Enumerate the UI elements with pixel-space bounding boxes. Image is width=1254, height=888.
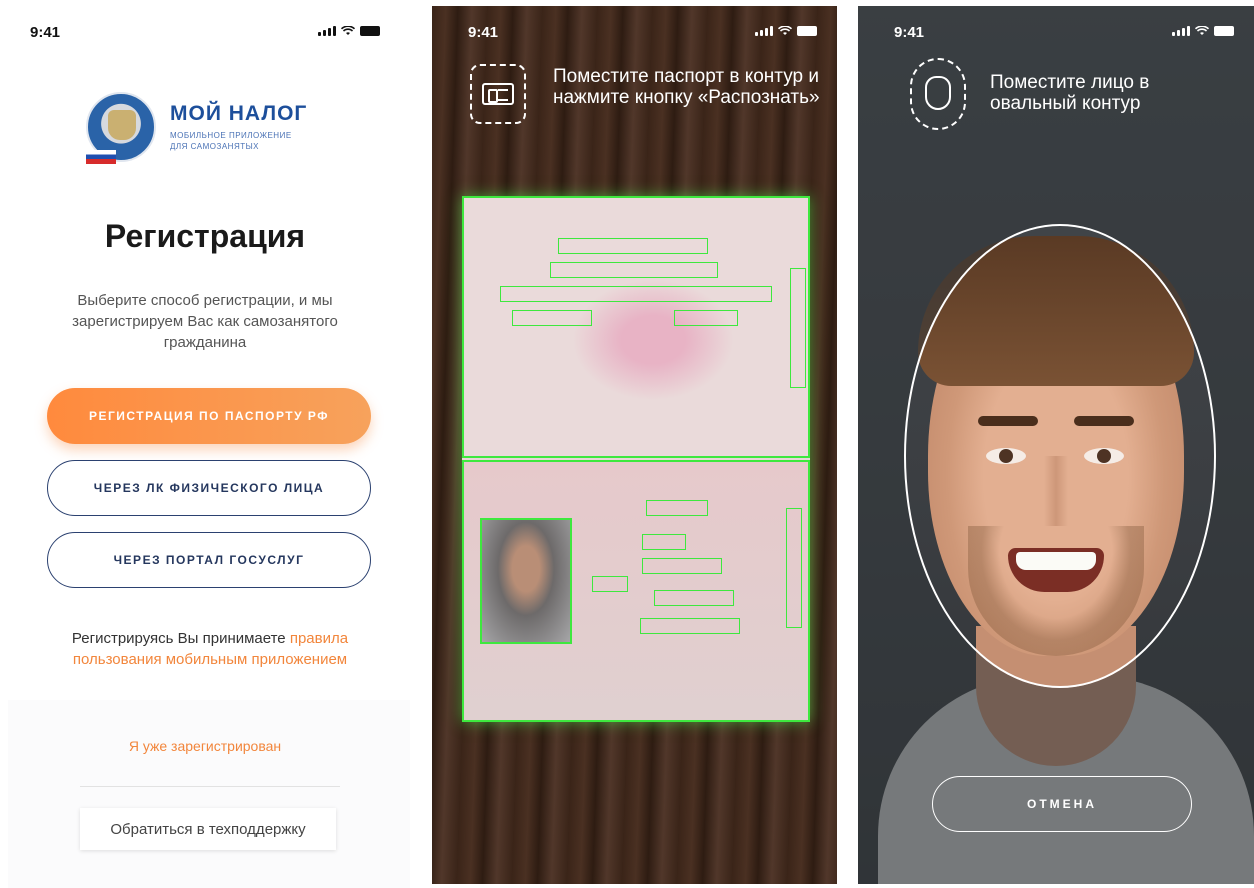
field-box (642, 558, 722, 574)
register-by-passport-button[interactable]: РЕГИСТРАЦИЯ ПО ПАСПОРТУ РФ (47, 388, 371, 444)
face-icon (910, 58, 966, 130)
face-scan-screen: 9:41 Поместите лицо в овальный контур ОТ… (858, 6, 1254, 884)
face-instruction: Поместите лицо в овальный контур (990, 72, 1150, 114)
contact-support-button[interactable]: Обратиться в техподдержку (80, 808, 336, 850)
field-box (592, 576, 628, 592)
flag-icon (86, 150, 116, 164)
wifi-icon (778, 26, 792, 35)
logo-subtitle-line1: МОБИЛЬНОЕ ПРИЛОЖЕНИЕ (170, 131, 292, 140)
signal-icon (318, 26, 336, 36)
status-icons (318, 26, 380, 36)
field-box (640, 618, 740, 634)
status-time: 9:41 (894, 24, 925, 41)
bottom-panel (8, 700, 410, 888)
field-box (786, 508, 802, 628)
field-box (558, 238, 708, 254)
signal-icon (1172, 26, 1190, 36)
field-box (642, 534, 686, 550)
field-box (790, 268, 806, 388)
status-bar: 9:41 (432, 24, 837, 44)
already-registered-link[interactable]: Я уже зарегистрирован (0, 738, 410, 754)
battery-icon (797, 26, 817, 36)
field-box (646, 500, 708, 516)
field-box (512, 310, 592, 326)
battery-icon (1214, 26, 1234, 36)
status-bar: 9:41 (0, 24, 410, 44)
passport-upper-page (462, 196, 810, 458)
terms-prefix: Регистрируясь Вы принимаете (71, 630, 290, 647)
face-oval-guide (904, 224, 1216, 688)
tax-service-emblem-icon (86, 92, 156, 164)
terms-text: Регистрируясь Вы принимаете правила поль… (40, 628, 380, 670)
logo-subtitle-line2: ДЛЯ САМОЗАНЯТЫХ (170, 142, 260, 151)
status-bar: 9:41 (858, 24, 1254, 44)
wifi-icon (341, 26, 355, 35)
passport-lower-page (462, 460, 810, 722)
register-via-personal-account-button[interactable]: ЧЕРЕЗ ЛК ФИЗИЧЕСКОГО ЛИЦА (47, 460, 371, 516)
id-card-icon (470, 64, 526, 124)
status-icons (1172, 26, 1234, 36)
passport-photo (480, 518, 572, 644)
field-box (550, 262, 718, 278)
field-box (654, 590, 734, 606)
wifi-icon (1195, 26, 1209, 35)
page-title: Регистрация (104, 218, 306, 254)
passport-frame (462, 196, 810, 722)
cancel-button[interactable]: ОТМЕНА (932, 776, 1192, 832)
signal-icon (755, 26, 773, 36)
registration-screen: 9:41 МОЙ НАЛОГ МОБИЛЬНОЕ ПРИЛОЖЕНИЕ ДЛЯ … (0, 0, 410, 888)
divider (80, 786, 340, 787)
battery-icon (360, 26, 380, 36)
app-logo: МОЙ НАЛОГ МОБИЛЬНОЕ ПРИЛОЖЕНИЕ ДЛЯ САМОЗ… (86, 92, 308, 164)
page-description: Выберите способ регистрации, и мы зареги… (72, 292, 338, 351)
status-time: 9:41 (30, 24, 61, 41)
status-icons (755, 26, 817, 36)
logo-name: МОЙ НАЛОГ (170, 102, 308, 125)
register-via-gosuslugi-button[interactable]: ЧЕРЕЗ ПОРТАЛ ГОСУСЛУГ (47, 532, 371, 588)
passport-scan-screen: 9:41 Поместите паспорт в контур и нажмит… (432, 6, 837, 884)
field-box (674, 310, 738, 326)
passport-instruction: Поместите паспорт в контур и нажмите кно… (553, 66, 820, 108)
field-box (500, 286, 772, 302)
status-time: 9:41 (468, 24, 499, 41)
